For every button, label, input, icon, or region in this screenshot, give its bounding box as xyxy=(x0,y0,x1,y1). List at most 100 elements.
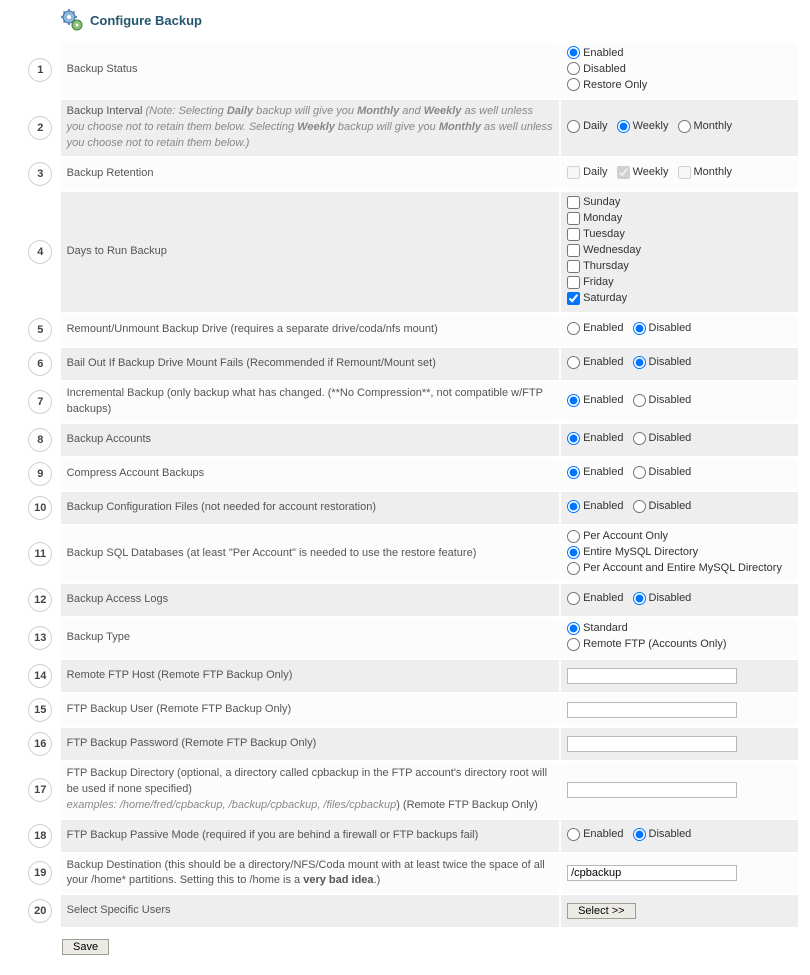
backup-status-enabled-radio[interactable] xyxy=(567,46,580,59)
radio-label: Remote FTP (Accounts Only) xyxy=(583,638,726,650)
radio-label: Weekly xyxy=(633,120,669,132)
remount-enabled-radio[interactable] xyxy=(567,322,580,335)
row-number: 13 xyxy=(28,626,52,650)
ftp-dir-input[interactable] xyxy=(567,782,737,798)
compress-disabled-radio[interactable] xyxy=(633,466,646,479)
row-number: 3 xyxy=(28,162,52,186)
check-label: Saturday xyxy=(583,292,627,304)
check-label: Weekly xyxy=(633,166,669,178)
retention-daily-check[interactable] xyxy=(567,166,580,179)
config-files-label: Backup Configuration Files (not needed f… xyxy=(61,492,559,524)
day-thursday-check[interactable] xyxy=(567,260,580,273)
check-label: Monday xyxy=(583,212,622,224)
check-label: Daily xyxy=(583,166,607,178)
radio-label: Restore Only xyxy=(583,79,647,91)
retention-weekly-check[interactable] xyxy=(617,166,630,179)
interval-daily-radio[interactable] xyxy=(567,120,580,133)
radio-label: Daily xyxy=(583,120,607,132)
config-enabled-radio[interactable] xyxy=(567,500,580,513)
check-label: Friday xyxy=(583,276,614,288)
backup-status-restore-radio[interactable] xyxy=(567,78,580,91)
radio-label: Enabled xyxy=(583,466,623,478)
page-title: Configure Backup xyxy=(60,8,800,32)
select-users-button[interactable]: Select >> xyxy=(567,903,635,919)
access-logs-label: Backup Access Logs xyxy=(61,584,559,616)
row-number: 2 xyxy=(28,116,52,140)
type-standard-radio[interactable] xyxy=(567,622,580,635)
row-number: 8 xyxy=(28,428,52,452)
check-label: Wednesday xyxy=(583,244,641,256)
radio-label: Enabled xyxy=(583,322,623,334)
days-to-run-label: Days to Run Backup xyxy=(61,192,559,312)
interval-weekly-radio[interactable] xyxy=(617,120,630,133)
row-number: 11 xyxy=(28,542,52,566)
row-number: 6 xyxy=(28,352,52,376)
passive-enabled-radio[interactable] xyxy=(567,828,580,841)
bailout-disabled-radio[interactable] xyxy=(633,356,646,369)
row-number: 7 xyxy=(28,390,52,414)
config-disabled-radio[interactable] xyxy=(633,500,646,513)
backup-accounts-label: Backup Accounts xyxy=(61,424,559,456)
accounts-enabled-radio[interactable] xyxy=(567,432,580,445)
backup-status-disabled-radio[interactable] xyxy=(567,62,580,75)
day-friday-check[interactable] xyxy=(567,276,580,289)
retention-monthly-check[interactable] xyxy=(678,166,691,179)
passive-disabled-radio[interactable] xyxy=(633,828,646,841)
compress-enabled-radio[interactable] xyxy=(567,466,580,479)
select-users-label: Select Specific Users xyxy=(61,895,559,927)
radio-label: Standard xyxy=(583,622,628,634)
radio-label: Disabled xyxy=(649,592,692,604)
passive-mode-label: FTP Backup Passive Mode (required if you… xyxy=(61,820,559,852)
day-saturday-check[interactable] xyxy=(567,292,580,305)
radio-label: Entire MySQL Directory xyxy=(583,546,698,558)
ftp-pass-label: FTP Backup Password (Remote FTP Backup O… xyxy=(61,728,559,760)
remount-disabled-radio[interactable] xyxy=(633,322,646,335)
day-wednesday-check[interactable] xyxy=(567,244,580,257)
type-remoteftp-radio[interactable] xyxy=(567,638,580,651)
ftp-user-input[interactable] xyxy=(567,702,737,718)
sql-peraccount-radio[interactable] xyxy=(567,530,580,543)
bailout-enabled-radio[interactable] xyxy=(567,356,580,369)
radio-label: Disabled xyxy=(649,322,692,334)
incremental-enabled-radio[interactable] xyxy=(567,394,580,407)
backup-destination-input[interactable] xyxy=(567,865,737,881)
day-sunday-check[interactable] xyxy=(567,196,580,209)
check-label: Sunday xyxy=(583,196,620,208)
row-number: 12 xyxy=(28,588,52,612)
interval-monthly-radio[interactable] xyxy=(678,120,691,133)
row-number: 10 xyxy=(28,496,52,520)
row-number: 1 xyxy=(28,58,52,82)
day-tuesday-check[interactable] xyxy=(567,228,580,241)
radio-label: Disabled xyxy=(649,466,692,478)
save-button[interactable]: Save xyxy=(62,939,109,955)
radio-label: Disabled xyxy=(649,394,692,406)
radio-label: Disabled xyxy=(649,432,692,444)
radio-label: Monthly xyxy=(694,120,733,132)
ftp-pass-input[interactable] xyxy=(567,736,737,752)
row-number: 15 xyxy=(28,698,52,722)
radio-label: Disabled xyxy=(583,63,626,75)
remount-label: Remount/Unmount Backup Drive (requires a… xyxy=(61,314,559,346)
incremental-disabled-radio[interactable] xyxy=(633,394,646,407)
day-monday-check[interactable] xyxy=(567,212,580,225)
radio-label: Disabled xyxy=(649,500,692,512)
sql-both-radio[interactable] xyxy=(567,562,580,575)
radio-label: Disabled xyxy=(649,356,692,368)
radio-label: Per Account Only xyxy=(583,530,668,542)
logs-disabled-radio[interactable] xyxy=(633,592,646,605)
backup-type-label: Backup Type xyxy=(61,618,559,658)
row-number: 20 xyxy=(28,899,52,923)
page-title-text: Configure Backup xyxy=(90,13,202,28)
backup-retention-label: Backup Retention xyxy=(61,158,559,190)
row-number: 9 xyxy=(28,462,52,486)
logs-enabled-radio[interactable] xyxy=(567,592,580,605)
check-label: Thursday xyxy=(583,260,629,272)
ftp-host-input[interactable] xyxy=(567,668,737,684)
radio-label: Enabled xyxy=(583,432,623,444)
sql-entire-radio[interactable] xyxy=(567,546,580,559)
row-number: 4 xyxy=(28,240,52,264)
radio-label: Per Account and Entire MySQL Directory xyxy=(583,562,782,574)
ftp-dir-label: FTP Backup Directory (optional, a direct… xyxy=(61,762,559,818)
radio-label: Enabled xyxy=(583,47,623,59)
accounts-disabled-radio[interactable] xyxy=(633,432,646,445)
